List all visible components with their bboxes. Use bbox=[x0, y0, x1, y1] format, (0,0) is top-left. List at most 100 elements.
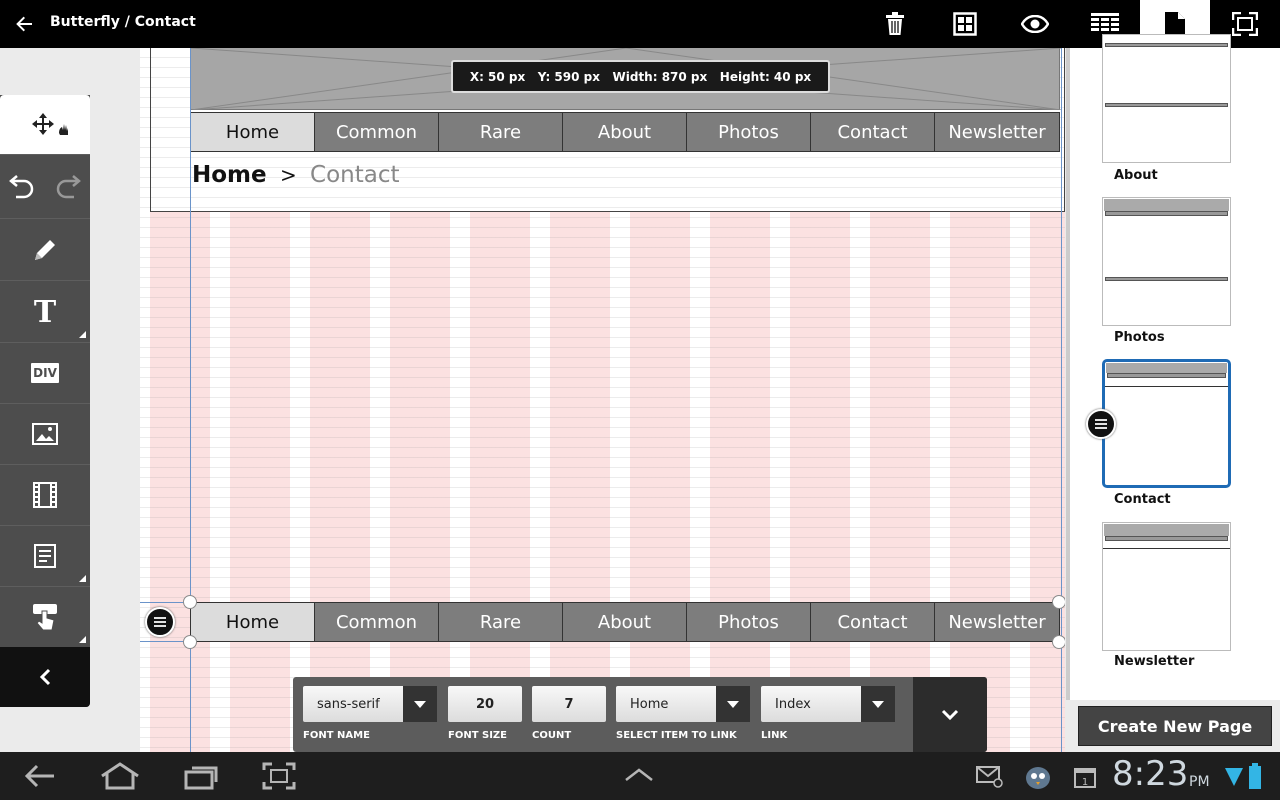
page-thumbnail-newsletter[interactable] bbox=[1102, 522, 1231, 651]
move-icon bbox=[32, 112, 68, 135]
resize-handle[interactable] bbox=[1052, 635, 1065, 649]
submenu-indicator bbox=[79, 575, 86, 582]
page-thumbnail-photos[interactable] bbox=[1102, 197, 1231, 326]
calendar-icon[interactable]: 1 bbox=[1074, 766, 1096, 788]
move-tool[interactable] bbox=[0, 95, 90, 155]
preview-eye-icon[interactable] bbox=[1000, 0, 1070, 48]
link-dropdown[interactable]: Index bbox=[761, 686, 895, 722]
back-nav-icon[interactable] bbox=[24, 762, 56, 790]
count-value: 7 bbox=[564, 696, 574, 712]
form-icon bbox=[34, 544, 56, 568]
collapse-icon bbox=[39, 668, 51, 686]
page-thumbnail-contact[interactable] bbox=[1102, 359, 1231, 488]
image-icon bbox=[32, 423, 58, 445]
design-canvas[interactable]: X: 50 px Y: 590 px Width: 870 px Height:… bbox=[140, 48, 1065, 752]
page-label: Contact bbox=[1114, 492, 1171, 507]
submenu-indicator bbox=[79, 636, 86, 643]
top-app-bar: Butterfly / Contact bbox=[0, 0, 1280, 48]
nav-item[interactable]: Newsletter bbox=[935, 603, 1059, 641]
back-arrow-icon[interactable] bbox=[12, 12, 36, 36]
nav-item[interactable]: Common bbox=[315, 113, 439, 151]
breadcrumb[interactable]: Home > Contact bbox=[192, 162, 400, 188]
grid-layout-icon[interactable] bbox=[930, 0, 1000, 48]
image-tool[interactable] bbox=[0, 404, 90, 465]
div-tool[interactable]: DIV bbox=[0, 343, 90, 404]
email-notification-icon[interactable] bbox=[976, 766, 1004, 788]
nav-item[interactable]: Home bbox=[191, 603, 315, 641]
properties-bar: sans-serif FONT NAME 20 FONT SIZE 7 COUN… bbox=[293, 677, 987, 752]
undo-redo-group bbox=[0, 156, 90, 219]
chevron-up-icon[interactable] bbox=[624, 768, 654, 782]
link-value: Index bbox=[775, 696, 811, 712]
create-new-page-button[interactable]: Create New Page bbox=[1078, 706, 1272, 746]
resize-handle[interactable] bbox=[183, 595, 197, 609]
nav-item[interactable]: Photos bbox=[687, 603, 811, 641]
select-item-value: Home bbox=[630, 696, 669, 712]
font-name-value: sans-serif bbox=[317, 696, 380, 712]
font-size-field[interactable]: 20 bbox=[448, 686, 522, 722]
nav-item[interactable]: Common bbox=[315, 603, 439, 641]
clock-ampm: PM bbox=[1189, 774, 1210, 790]
nav-item[interactable]: About bbox=[563, 603, 687, 641]
text-tool[interactable]: T bbox=[0, 282, 90, 343]
dropdown-arrow-icon bbox=[403, 686, 437, 722]
form-tool[interactable] bbox=[0, 526, 90, 587]
dropdown-arrow-icon bbox=[716, 686, 750, 722]
nav-item[interactable]: Rare bbox=[439, 113, 563, 151]
resize-handle[interactable] bbox=[183, 635, 197, 649]
undo-icon[interactable] bbox=[8, 175, 36, 199]
count-field[interactable]: 7 bbox=[532, 686, 606, 722]
menu-icon bbox=[1095, 419, 1107, 429]
element-menu-button[interactable] bbox=[145, 607, 175, 637]
pencil-tool[interactable] bbox=[0, 220, 90, 281]
pencil-icon bbox=[35, 240, 55, 260]
nav-item[interactable]: Contact bbox=[811, 113, 935, 151]
screenshot-icon[interactable] bbox=[262, 762, 296, 790]
bottom-nav-bar[interactable]: Home Common Rare About Photos Contact Ne… bbox=[190, 602, 1060, 642]
top-nav-bar[interactable]: Home Common Rare About Photos Contact Ne… bbox=[190, 112, 1060, 152]
redo-icon[interactable] bbox=[54, 175, 82, 199]
home-nav-icon[interactable] bbox=[100, 762, 140, 790]
battery-icon bbox=[1249, 763, 1261, 789]
position-tooltip: X: 50 px Y: 590 px Width: 870 px Height:… bbox=[451, 60, 830, 93]
panel-divider bbox=[1066, 48, 1070, 700]
font-size-label: FONT SIZE bbox=[448, 730, 508, 741]
clock-time: 8:23 bbox=[1112, 754, 1189, 794]
div-icon: DIV bbox=[31, 363, 59, 383]
collapse-toolbar-button[interactable] bbox=[0, 647, 90, 707]
resize-handle[interactable] bbox=[1052, 595, 1065, 609]
font-size-value: 20 bbox=[475, 696, 495, 712]
page-thumbnail-about[interactable] bbox=[1102, 34, 1231, 163]
touch-icon bbox=[33, 604, 57, 631]
nav-item[interactable]: Home bbox=[191, 113, 315, 151]
touch-tool[interactable] bbox=[0, 587, 90, 648]
breadcrumb-home[interactable]: Home bbox=[192, 162, 267, 188]
video-tool[interactable] bbox=[0, 465, 90, 526]
text-icon: T bbox=[33, 294, 57, 330]
select-item-dropdown[interactable]: Home bbox=[616, 686, 750, 722]
font-name-select[interactable]: sans-serif bbox=[303, 686, 437, 722]
app-notification-icon[interactable] bbox=[1024, 764, 1052, 790]
nav-item[interactable]: Contact bbox=[811, 603, 935, 641]
dropdown-arrow-icon bbox=[861, 686, 895, 722]
trash-icon[interactable] bbox=[860, 0, 930, 48]
nav-item[interactable]: Newsletter bbox=[935, 113, 1059, 151]
page-label: Newsletter bbox=[1114, 654, 1195, 669]
signal-icon bbox=[1225, 768, 1243, 786]
nav-item[interactable]: About bbox=[563, 113, 687, 151]
page-title: Butterfly / Contact bbox=[50, 14, 196, 30]
chevron-down-icon bbox=[941, 709, 959, 720]
pages-panel: About Photos Contact Newsletter bbox=[1070, 34, 1280, 700]
svg-text:1: 1 bbox=[1082, 777, 1088, 788]
count-label: COUNT bbox=[532, 730, 572, 741]
collapse-properties-button[interactable] bbox=[913, 677, 987, 752]
menu-icon bbox=[154, 617, 166, 627]
nav-item[interactable]: Rare bbox=[439, 603, 563, 641]
breadcrumb-separator: > bbox=[279, 163, 297, 187]
left-toolbar: T DIV bbox=[0, 95, 90, 707]
page-label: Photos bbox=[1114, 330, 1165, 345]
select-item-label: SELECT ITEM TO LINK bbox=[616, 730, 737, 741]
nav-item[interactable]: Photos bbox=[687, 113, 811, 151]
recent-apps-icon[interactable] bbox=[184, 762, 218, 790]
page-menu-button[interactable] bbox=[1086, 409, 1116, 439]
